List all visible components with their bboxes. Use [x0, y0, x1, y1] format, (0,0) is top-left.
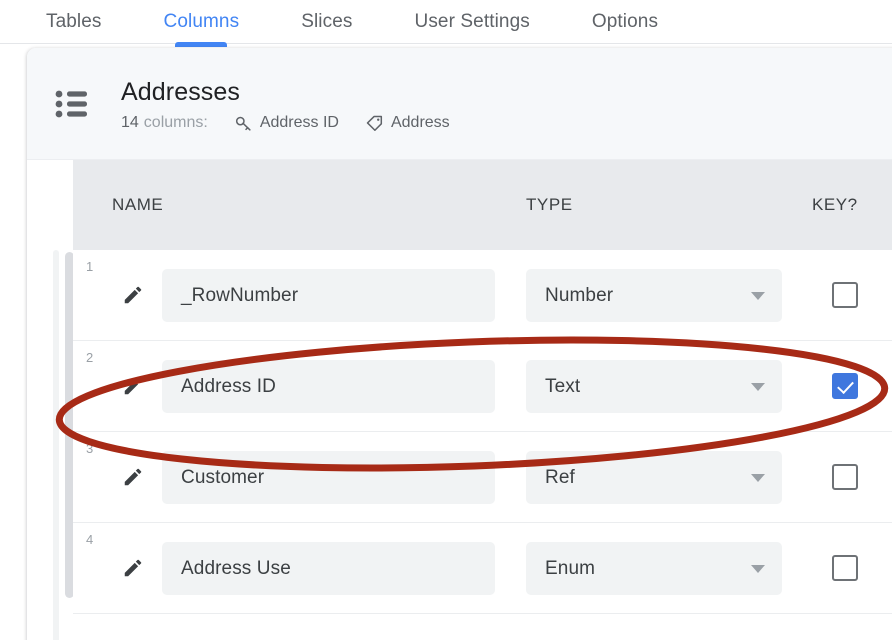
column-type-select[interactable]: Enum	[526, 542, 782, 595]
label-column-chip[interactable]: Address	[365, 112, 450, 134]
list-icon	[55, 90, 89, 118]
tab-columns-label: Columns	[163, 11, 240, 32]
table-row[interactable]: 4 Address Use Enum	[73, 523, 892, 614]
column-name-value: Address Use	[181, 557, 291, 579]
column-header-name: NAME	[112, 195, 164, 214]
column-name-value: Customer	[181, 466, 265, 488]
table-body: 1 _RowNumber Number 2 Address ID Text 3 …	[73, 250, 892, 614]
tab-tables[interactable]: Tables	[46, 0, 102, 44]
column-count: 14	[121, 114, 139, 131]
row-number: 3	[86, 441, 94, 456]
app-screen: Tables Columns Slices User Settings Opti…	[0, 0, 892, 640]
card-header: Addresses 14 columns: Address ID Address	[27, 48, 892, 160]
tab-user-settings[interactable]: User Settings	[415, 0, 530, 44]
tab-options-label: Options	[591, 11, 659, 32]
table-header-row: NAME TYPE KEY?	[73, 160, 892, 250]
tab-slices-label: Slices	[301, 11, 353, 32]
key-checkbox[interactable]	[832, 282, 858, 308]
tab-columns[interactable]: Columns	[163, 0, 240, 47]
column-type-select[interactable]: Text	[526, 360, 782, 413]
column-type-select[interactable]: Number	[526, 269, 782, 322]
column-name-input[interactable]: _RowNumber	[162, 269, 495, 322]
key-column-chip[interactable]: Address ID	[234, 112, 339, 134]
tag-icon	[365, 113, 385, 133]
columns-table: NAME TYPE KEY? 1 _RowNumber Number 2 Add…	[27, 160, 892, 640]
chevron-down-icon	[751, 564, 765, 573]
column-header-key: KEY?	[812, 195, 858, 214]
key-checkbox[interactable]	[832, 555, 858, 581]
edit-icon[interactable]	[122, 375, 144, 397]
table-row[interactable]: 3 Customer Ref	[73, 432, 892, 523]
columns-label: columns:	[143, 114, 208, 131]
tab-slices[interactable]: Slices	[301, 0, 352, 44]
card-subtitle: 14 columns: Address ID Address	[121, 112, 450, 134]
tab-bar: Tables Columns Slices User Settings Opti…	[0, 0, 892, 47]
column-header-type: TYPE	[526, 195, 573, 214]
tab-tables-label: Tables	[46, 11, 102, 32]
column-name-value: _RowNumber	[181, 284, 299, 306]
edit-icon[interactable]	[122, 284, 144, 306]
row-number: 1	[86, 259, 94, 274]
columns-card: Addresses 14 columns: Address ID Address…	[27, 48, 892, 640]
chevron-down-icon	[751, 291, 765, 300]
edit-icon[interactable]	[122, 466, 144, 488]
table-row[interactable]: 2 Address ID Text	[73, 341, 892, 432]
edit-icon[interactable]	[122, 557, 144, 579]
vertical-scrollbar-track[interactable]	[53, 250, 59, 640]
column-type-value: Text	[545, 375, 581, 397]
row-number: 2	[86, 350, 94, 365]
column-name-input[interactable]: Address Use	[162, 542, 495, 595]
key-column-label: Address ID	[259, 114, 339, 131]
page-title: Addresses	[121, 78, 241, 106]
tab-active-indicator	[175, 42, 228, 47]
key-checkbox[interactable]	[832, 373, 858, 399]
chevron-down-icon	[751, 473, 765, 482]
row-number: 4	[86, 532, 94, 547]
tab-user-settings-label: User Settings	[414, 11, 530, 32]
key-icon	[234, 113, 254, 133]
table-row[interactable]: 1 _RowNumber Number	[73, 250, 892, 341]
card-header-text: Addresses 14 columns: Address ID Address	[121, 77, 450, 134]
column-type-value: Number	[545, 284, 614, 306]
column-type-value: Enum	[545, 557, 596, 579]
column-type-select[interactable]: Ref	[526, 451, 782, 504]
key-checkbox[interactable]	[832, 464, 858, 490]
tab-options[interactable]: Options	[592, 0, 658, 44]
column-name-value: Address ID	[181, 375, 276, 397]
column-type-value: Ref	[545, 466, 575, 488]
column-name-input[interactable]: Address ID	[162, 360, 495, 413]
label-column-label: Address	[390, 114, 450, 131]
chevron-down-icon	[751, 382, 765, 391]
column-name-input[interactable]: Customer	[162, 451, 495, 504]
tab-list: Tables Columns Slices User Settings Opti…	[46, 0, 658, 47]
